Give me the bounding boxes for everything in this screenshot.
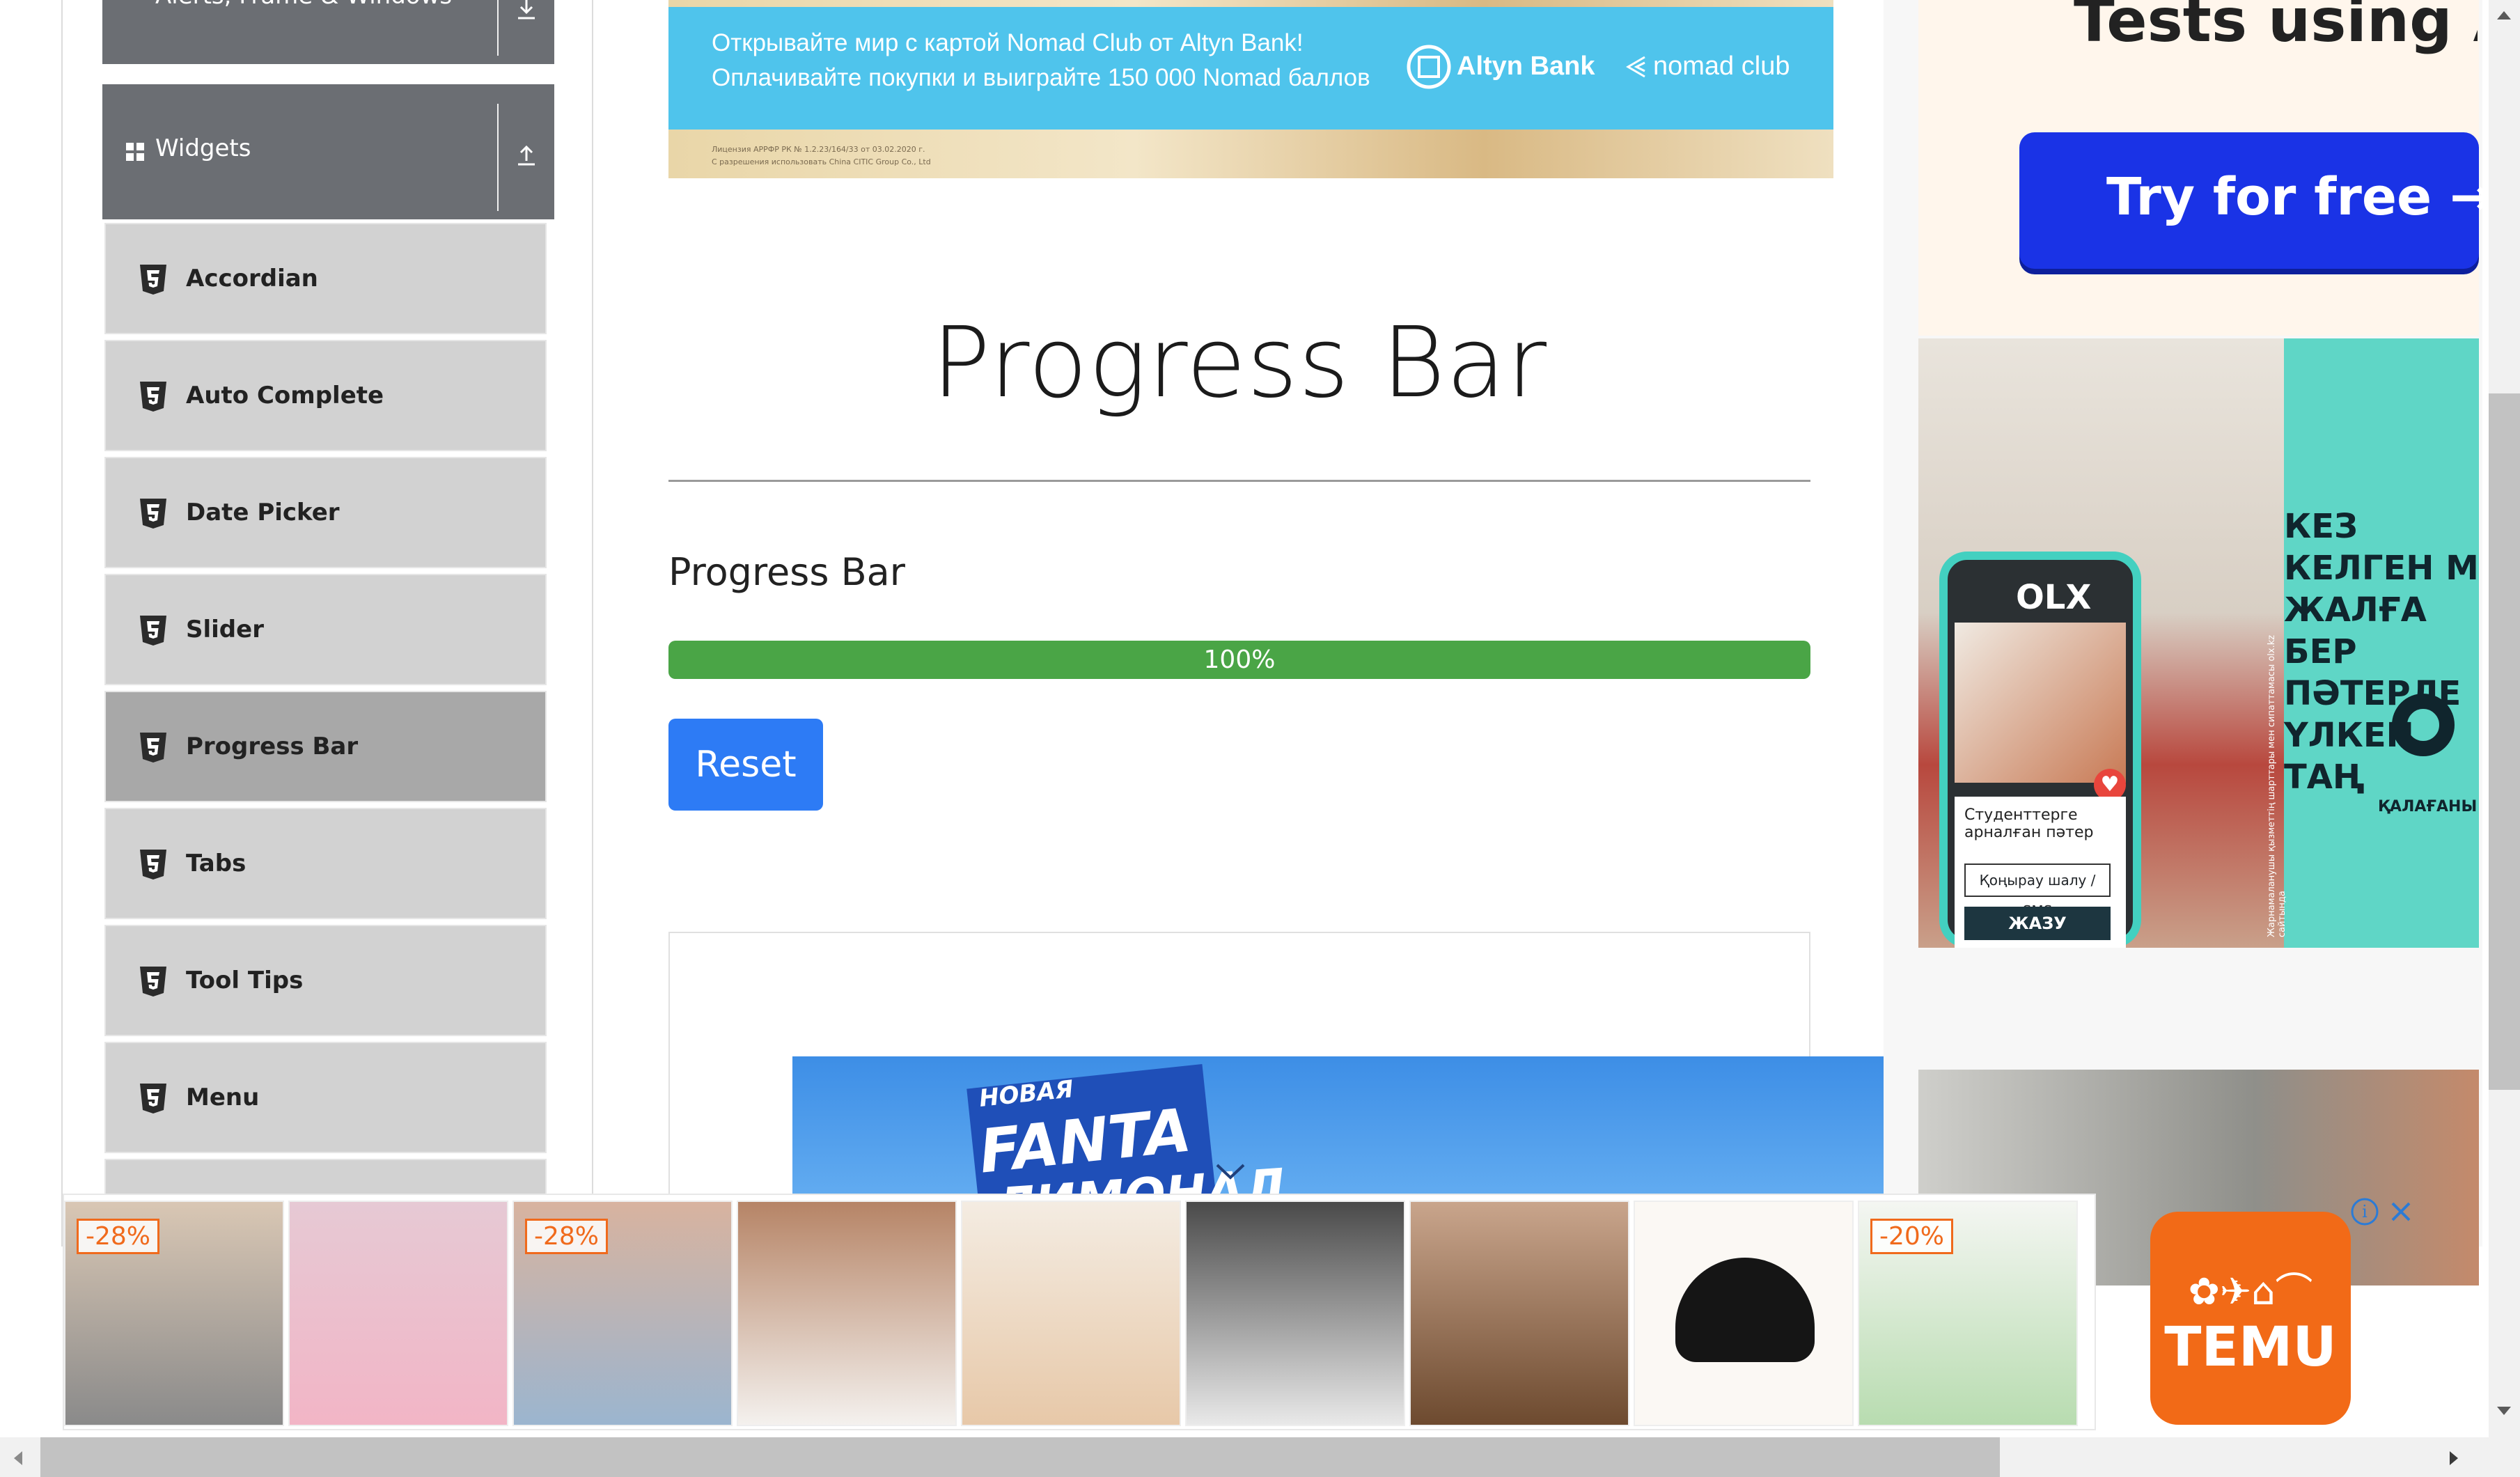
html5-icon — [140, 499, 166, 529]
sidebar-item-accordian[interactable]: Accordian — [104, 223, 547, 334]
scroll-down-arrow-icon[interactable] — [2494, 1402, 2514, 1419]
sidebar-item-label: Slider — [186, 616, 264, 643]
sidebar-group-widgets[interactable]: Widgets — [102, 84, 554, 219]
try-for-free-button[interactable]: Try for free → — [2019, 132, 2493, 269]
download-icon[interactable] — [514, 0, 539, 22]
product-lunch-box[interactable]: -20% — [1858, 1201, 2078, 1426]
html5-icon — [140, 850, 166, 880]
close-icon[interactable] — [2387, 1198, 2415, 1226]
banner-brand-altyn: Altyn Bank — [1457, 52, 1595, 81]
page-title: Progress Bar — [931, 306, 1548, 420]
olx-ad[interactable]: OLX ♥ Студенттерге арналған пәтер Қоңыра… — [1918, 338, 2479, 948]
banner-fineprint2: С разрешения использовать China CITIC Gr… — [712, 157, 931, 166]
sidebar-left-border — [61, 0, 63, 1247]
product-pink-tee[interactable] — [288, 1201, 508, 1426]
sidebar-item-label: Progress Bar — [186, 733, 359, 760]
olx-headline-line1: КЕЗ КЕЛГЕН М — [2284, 507, 2479, 588]
lambdatest-ad[interactable]: Tests using A Try for free → — [1918, 0, 2493, 336]
html5-icon — [140, 382, 166, 412]
product-tube-top[interactable]: -28% — [512, 1201, 733, 1426]
product-egg-rack[interactable] — [961, 1201, 1181, 1426]
progress-bar: 100% — [668, 641, 1810, 679]
cap-shape — [1675, 1258, 1815, 1362]
progress-section-label: Progress Bar — [668, 550, 905, 594]
title-divider — [668, 480, 1810, 482]
html5-icon — [140, 733, 166, 763]
sidebar-item-progress-bar[interactable]: Progress Bar — [104, 691, 547, 802]
try-for-free-label: Try for free → — [2106, 167, 2493, 227]
sidebar-item-label: Auto Complete — [186, 382, 384, 409]
discount-badge: -20% — [1870, 1219, 1954, 1254]
temu-glyph-icons: ✿✈⌂⌒ — [2188, 1269, 2313, 1313]
altyn-bank-logo-icon — [1407, 45, 1451, 89]
chevron-down-icon[interactable] — [1213, 1161, 1248, 1182]
sidebar-right-border — [592, 0, 593, 1247]
vertical-scrollbar-thumb[interactable] — [2489, 393, 2520, 1090]
progress-bar-text: 100% — [1203, 646, 1276, 674]
html5-icon — [140, 265, 166, 295]
sidebar-item-slider[interactable]: Slider — [104, 574, 547, 685]
phone-call-button: Қоңырау шалу / SMS — [1964, 863, 2111, 919]
banner-line1: Открывайте мир с картой Nomad Club от Al… — [712, 29, 1304, 56]
olx-caption: ҚАЛАҒАНЫ — [2378, 798, 2478, 815]
sidebar-item-label: Menu — [186, 1084, 260, 1111]
olx-headline-line2: ЖАЛҒА БЕР — [2284, 591, 2427, 671]
phone-card: Студенттерге арналған пәтер Қоңырау шалу… — [1955, 797, 2126, 948]
sidebar-item-date-picker[interactable]: Date Picker — [104, 457, 547, 568]
phone-olx-logo: OLX — [2016, 578, 2092, 617]
product-sports-bra[interactable]: -28% — [64, 1201, 284, 1426]
ad-heading: Tests using A — [2074, 0, 2478, 56]
discount-badge: -28% — [525, 1219, 609, 1254]
temu-logo[interactable]: TEMU ✿✈⌂⌒ — [2150, 1212, 2351, 1425]
sidebar-group-label: Widgets — [155, 134, 251, 162]
grid-icon — [126, 143, 144, 161]
sidebar-item-menu[interactable]: Menu — [104, 1042, 547, 1153]
sidebar-item-label: Accordian — [186, 265, 318, 292]
phone-room-photo — [1955, 623, 2126, 783]
phone-mockup: OLX ♥ Студенттерге арналған пәтер Қоңыра… — [1939, 552, 2141, 948]
sidebar-group-label: Alerts, Frame & Windows — [155, 0, 452, 10]
scroll-up-arrow-icon[interactable] — [2494, 7, 2514, 24]
discount-badge: -28% — [77, 1219, 160, 1254]
banner-brand-nomad: nomad club — [1653, 52, 1790, 81]
sidebar-item-tool-tips[interactable]: Tool Tips — [104, 925, 547, 1036]
sidebar-item-label: Tabs — [186, 850, 246, 877]
horizontal-scrollbar-thumb[interactable] — [40, 1437, 2000, 1477]
scroll-left-arrow-icon[interactable] — [10, 1448, 26, 1468]
product-black-cap[interactable] — [1634, 1201, 1854, 1426]
sidebar-item-label: Tool Tips — [186, 967, 304, 994]
sidebar-item-auto-complete[interactable]: Auto Complete — [104, 340, 547, 451]
sidebar-item-tabs[interactable]: Tabs — [104, 808, 547, 919]
olx-o-logo — [2392, 694, 2455, 756]
scroll-right-arrow-icon[interactable] — [2445, 1448, 2462, 1468]
bottom-ad-strip: -28% -28% -20% TEMU ✿✈⌂⌒ i — [63, 1194, 2411, 1430]
sidebar-group-separator — [497, 0, 499, 56]
html5-icon — [140, 967, 166, 997]
reset-button[interactable]: Reset — [668, 719, 823, 811]
sidebar-group-separator — [497, 104, 499, 211]
top-banner-ad[interactable]: Открывайте мир с картой Nomad Club от Al… — [668, 0, 1833, 178]
nomad-logo-icon — [1626, 56, 1645, 78]
info-icon[interactable]: i — [2349, 1196, 2380, 1227]
sidebar-item-label: Date Picker — [186, 499, 340, 526]
html5-icon — [140, 616, 166, 646]
product-necklace[interactable] — [737, 1201, 957, 1426]
temu-label: TEMU — [2164, 1316, 2337, 1379]
olx-headline: КЕЗ КЕЛГЕН М ЖАЛҒА БЕР ПӘТЕРЛЕ ҮЛКЕН ТАҢ — [2284, 506, 2479, 798]
product-brown-top[interactable] — [1409, 1201, 1629, 1426]
product-white-tank[interactable] — [1185, 1201, 1405, 1426]
html5-icon — [140, 1084, 166, 1113]
svg-text:i: i — [2362, 1202, 2368, 1221]
phone-write-button: ЖАЗУ — [1964, 907, 2111, 940]
banner-fineprint1: Лицензия АРРФР РК № 1.2.23/164/33 от 03.… — [712, 145, 925, 154]
phone-caption: Студенттерге арналған пәтер — [1964, 806, 2094, 841]
sidebar-group-alerts[interactable]: Alerts, Frame & Windows — [102, 0, 554, 64]
upload-icon[interactable] — [514, 141, 539, 166]
banner-line2: Оплачивайте покупки и выиграйте 150 000 … — [712, 64, 1370, 91]
